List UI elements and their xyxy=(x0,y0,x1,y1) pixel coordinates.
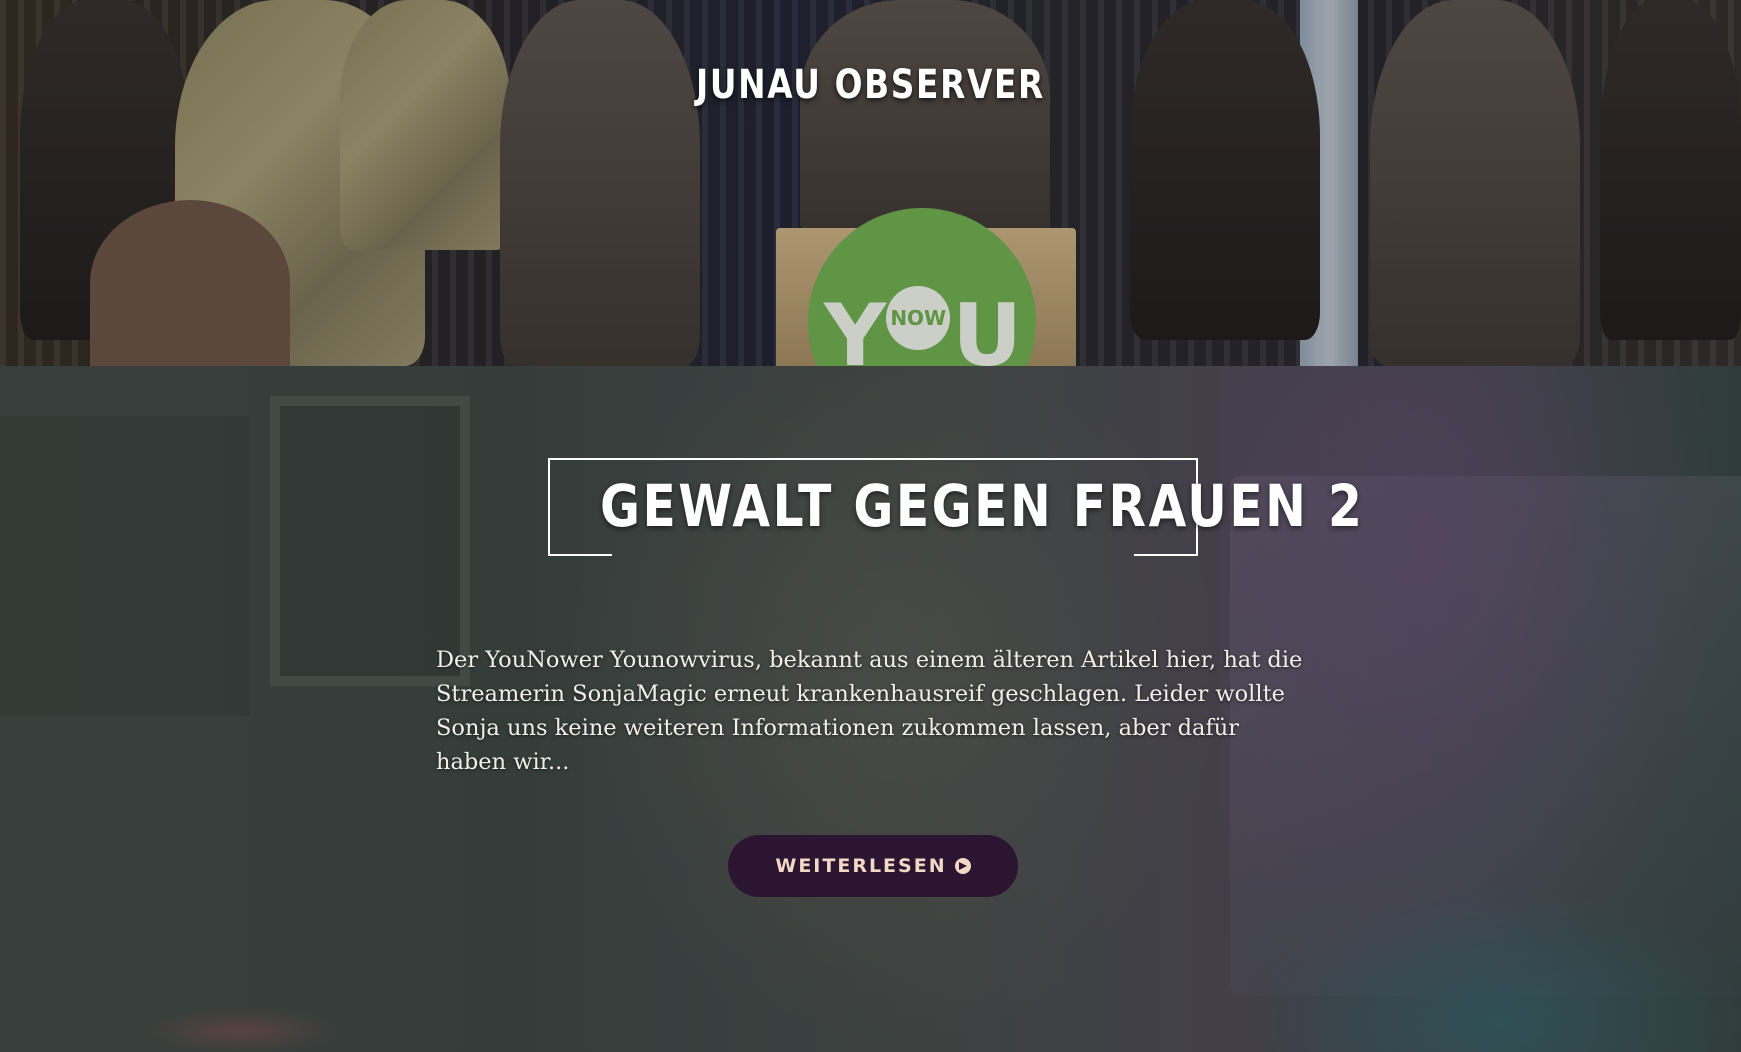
site-title[interactable]: JUNAU OBSERVER xyxy=(157,62,1585,108)
read-more-button[interactable]: WEITERLESEN xyxy=(728,835,1018,897)
read-more-label: WEITERLESEN xyxy=(775,855,947,877)
frame-corner-left xyxy=(548,554,612,556)
post-excerpt: Der YouNower Younowvirus, bekannt aus ei… xyxy=(436,647,1303,775)
site-header-hero: Y NOW U JUNAU OBSERVER xyxy=(0,0,1741,366)
arrow-circle-right-icon xyxy=(954,858,971,874)
post-title[interactable]: GEWALT GEGEN FRAUEN 2 xyxy=(600,472,1362,540)
frame-corner-right xyxy=(1134,554,1198,556)
hero-overlay xyxy=(0,0,1741,366)
